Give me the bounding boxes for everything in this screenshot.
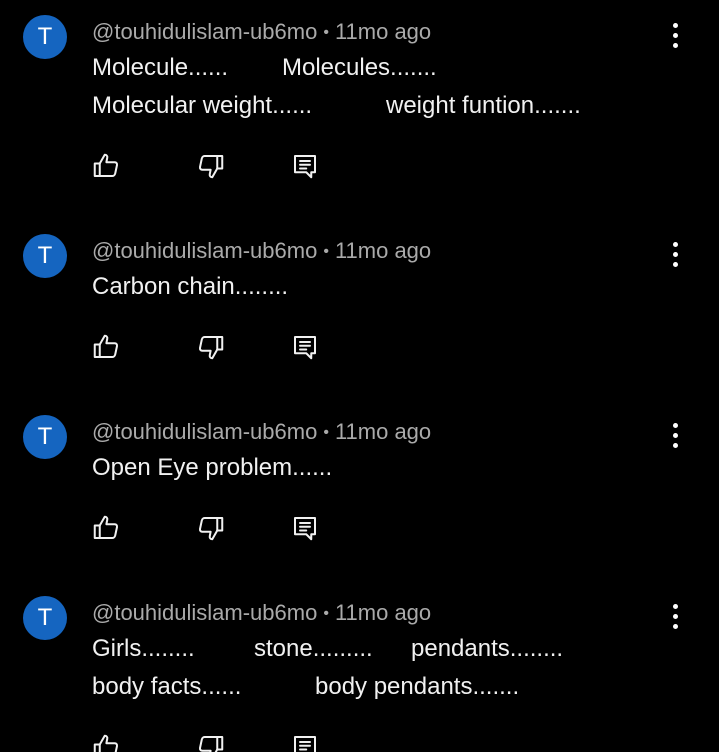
comment-meta: @touhidulislam-ub6mo • 11mo ago [92, 19, 431, 46]
timestamp: 11mo ago [334, 419, 432, 444]
author-handle[interactable]: @touhidulislam-ub6mo [92, 238, 317, 263]
meta-separator: • [323, 243, 329, 260]
comment-text: Molecule...... [92, 54, 229, 81]
thumbs-up-icon[interactable] [90, 331, 122, 363]
thumbs-down-icon[interactable] [195, 331, 227, 363]
timestamp: 11mo ago [334, 19, 432, 44]
comment-text: Girls........ [92, 635, 195, 662]
thumbs-up-icon[interactable] [90, 150, 122, 182]
comment-text: Open Eye problem...... [92, 454, 333, 481]
comment-text: weight funtion....... [386, 92, 581, 119]
comment-text: Molecules....... [282, 54, 437, 81]
comment-meta: @touhidulislam-ub6mo • 11mo ago [92, 238, 431, 265]
thumbs-up-icon[interactable] [90, 512, 122, 544]
comment-meta: @touhidulislam-ub6mo • 11mo ago [92, 419, 431, 446]
reply-icon[interactable] [289, 331, 321, 363]
avatar[interactable]: T [23, 234, 67, 278]
author-handle[interactable]: @touhidulislam-ub6mo [92, 19, 317, 44]
comment-text: body pendants....... [315, 673, 520, 700]
meta-separator: • [323, 605, 329, 622]
reply-icon[interactable] [289, 512, 321, 544]
more-vertical-icon[interactable] [662, 601, 688, 631]
comment-text: body facts...... [92, 673, 242, 700]
timestamp: 11mo ago [334, 238, 432, 263]
comment-text: pendants........ [411, 635, 564, 662]
avatar[interactable]: T [23, 415, 67, 459]
author-handle[interactable]: @touhidulislam-ub6mo [92, 600, 317, 625]
reply-icon[interactable] [289, 731, 321, 752]
thumbs-down-icon[interactable] [195, 150, 227, 182]
thumbs-down-icon[interactable] [195, 512, 227, 544]
comment-text: Carbon chain........ [92, 273, 289, 300]
thumbs-down-icon[interactable] [195, 731, 227, 752]
comment: T @touhidulislam-ub6mo • 11mo ago Carbon c… [0, 219, 719, 400]
author-handle[interactable]: @touhidulislam-ub6mo [92, 419, 317, 444]
comment: T @touhidulislam-ub6mo • 11mo ago Molecule… [0, 0, 719, 181]
more-vertical-icon[interactable] [662, 420, 688, 450]
more-vertical-icon[interactable] [662, 20, 688, 50]
comment-thread: T @touhidulislam-ub6mo • 11mo ago Molecule… [0, 0, 719, 752]
meta-separator: • [323, 24, 329, 41]
reply-icon[interactable] [289, 150, 321, 182]
meta-separator: • [323, 424, 329, 441]
comment-meta: @touhidulislam-ub6mo • 11mo ago [92, 600, 431, 627]
more-vertical-icon[interactable] [662, 239, 688, 269]
timestamp: 11mo ago [334, 600, 432, 625]
avatar[interactable]: T [23, 15, 67, 59]
comment-text: stone......... [254, 635, 373, 662]
avatar[interactable]: T [23, 596, 67, 640]
comment: T @touhidulislam-ub6mo • 11mo ago Girls...… [0, 581, 719, 752]
thumbs-up-icon[interactable] [90, 731, 122, 752]
comment: T @touhidulislam-ub6mo • 11mo ago Open Eye… [0, 400, 719, 581]
comment-text: Molecular weight...... [92, 92, 313, 119]
